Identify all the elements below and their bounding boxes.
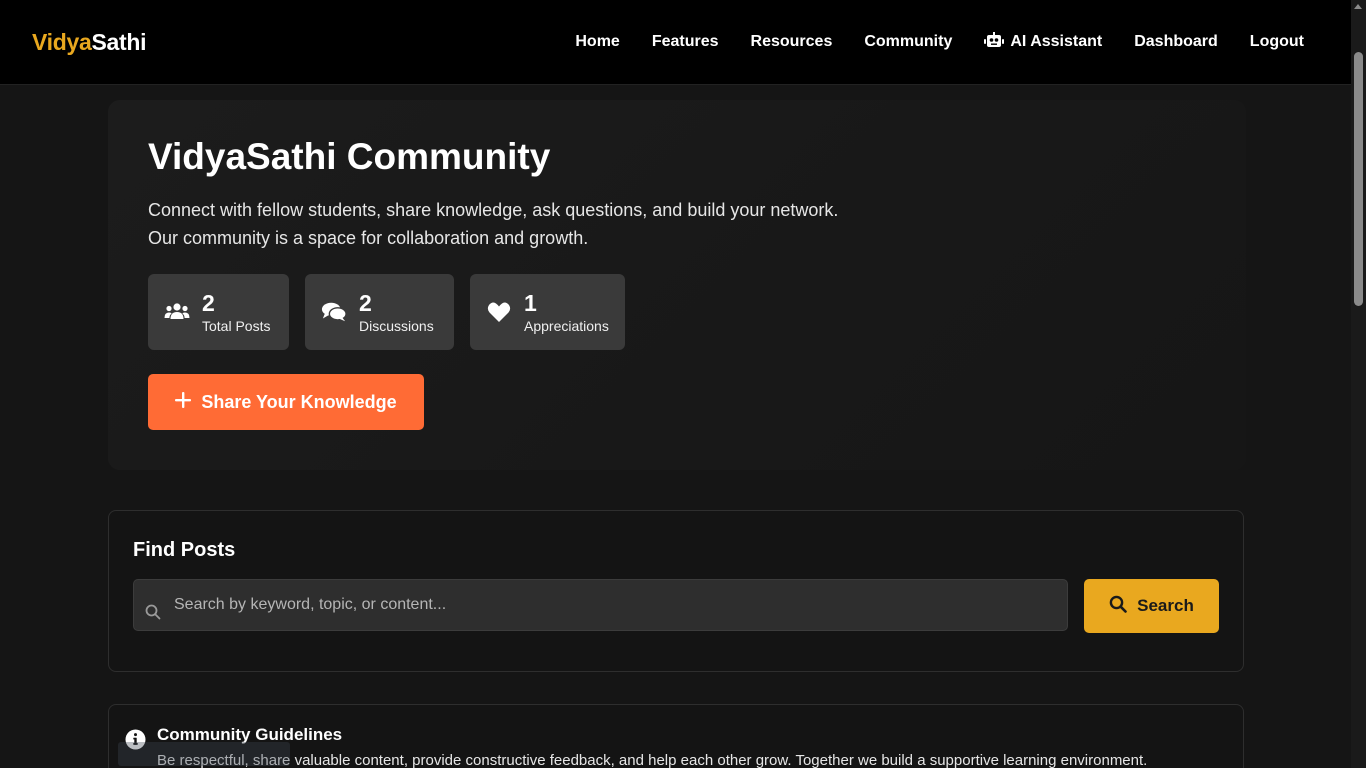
nav-community[interactable]: Community	[864, 33, 952, 51]
find-posts-panel: Find Posts Search	[108, 510, 1244, 672]
stats-row: 2 Total Posts 2 Discussions 1 Appreciati…	[148, 274, 625, 350]
brand-part2: Sathi	[91, 28, 147, 55]
brand-part1: Vidya	[32, 28, 92, 55]
hero-description: Connect with fellow students, share know…	[148, 196, 908, 252]
nav-links: Home Features Resources Community AI Ass…	[575, 31, 1304, 53]
brand-logo[interactable]: VidyaSathi	[32, 29, 146, 56]
nav-dashboard[interactable]: Dashboard	[1134, 33, 1218, 51]
robot-icon	[984, 31, 1005, 53]
stat-discussions-label: Discussions	[359, 318, 434, 334]
search-button-label: Search	[1137, 596, 1194, 615]
stat-appreciations: 1 Appreciations	[470, 274, 625, 350]
share-knowledge-button[interactable]: Share Your Knowledge	[148, 374, 424, 430]
nav-features[interactable]: Features	[652, 33, 719, 51]
guidelines-text: Be respectful, share valuable content, p…	[157, 752, 1148, 768]
find-posts-title: Find Posts	[133, 539, 236, 561]
page-title: VidyaSathi Community	[148, 136, 551, 177]
search-field[interactable]	[133, 579, 1068, 631]
stat-appreciations-label: Appreciations	[524, 318, 609, 334]
page-scrollbar[interactable]	[1351, 0, 1366, 768]
search-icon	[145, 604, 161, 625]
search-button[interactable]: Search	[1084, 579, 1219, 633]
nav-logout[interactable]: Logout	[1250, 33, 1304, 51]
share-knowledge-label: Share Your Knowledge	[201, 391, 397, 412]
nav-ai-assistant[interactable]: AI Assistant	[984, 31, 1103, 53]
nav-resources[interactable]: Resources	[751, 33, 833, 51]
stat-total-posts-label: Total Posts	[202, 318, 271, 334]
comments-icon	[321, 299, 347, 325]
stat-discussions-value: 2	[359, 290, 372, 316]
scrollbar-thumb[interactable]	[1354, 52, 1363, 306]
stat-total-posts-value: 2	[202, 290, 215, 316]
search-button-icon	[1109, 595, 1127, 618]
heart-icon	[486, 299, 512, 325]
stat-discussions: 2 Discussions	[305, 274, 454, 350]
top-navbar: VidyaSathi Home Features Resources Commu…	[0, 0, 1351, 85]
plus-icon	[175, 391, 192, 413]
toast-notification	[118, 742, 290, 766]
search-input[interactable]	[174, 580, 1054, 630]
nav-home[interactable]: Home	[575, 33, 619, 51]
hero-description-line2: Our community is a space for collaborati…	[148, 228, 589, 248]
users-icon	[164, 299, 190, 325]
stat-appreciations-value: 1	[524, 290, 537, 316]
stat-total-posts: 2 Total Posts	[148, 274, 289, 350]
scroll-up-arrow-icon[interactable]	[1354, 4, 1362, 9]
hero-description-line1: Connect with fellow students, share know…	[148, 200, 839, 220]
nav-ai-assistant-label: AI Assistant	[1010, 33, 1103, 50]
